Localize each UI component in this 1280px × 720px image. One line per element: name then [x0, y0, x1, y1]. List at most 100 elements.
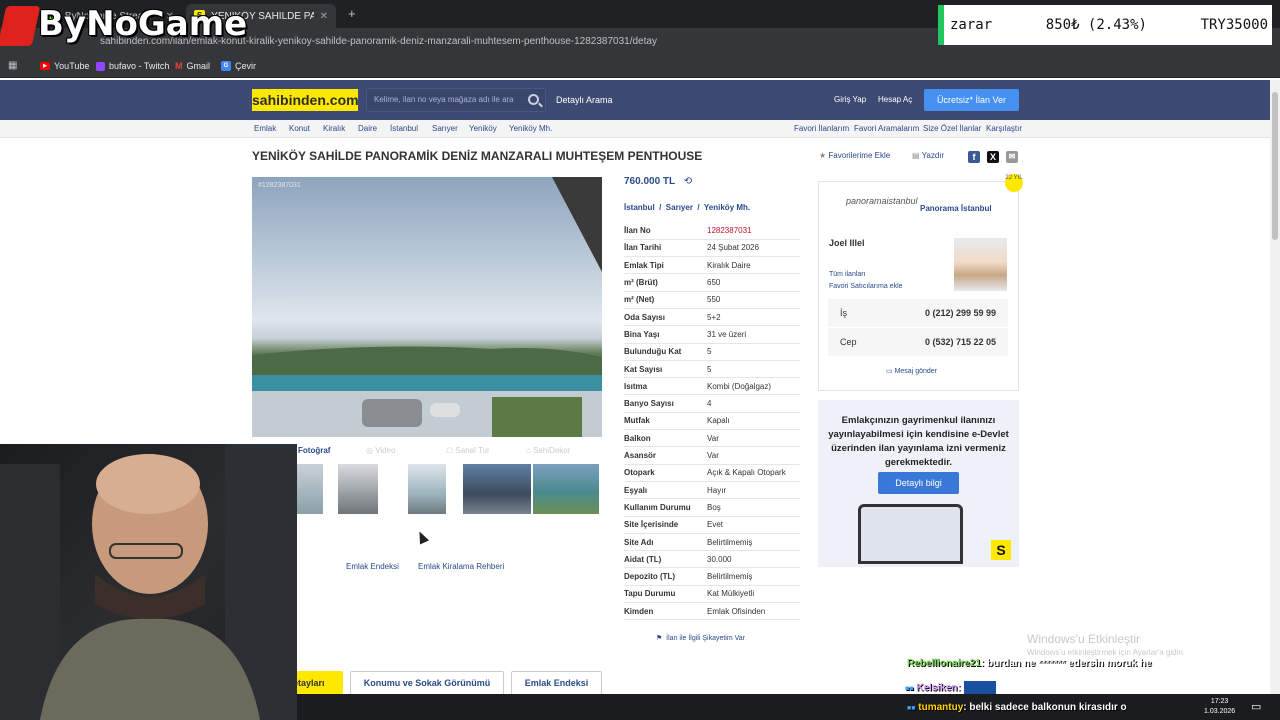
- thumbnail[interactable]: [533, 464, 599, 514]
- rental-guide-link[interactable]: Emlak Kiralama Rehberi: [418, 562, 504, 571]
- thumbnail[interactable]: [463, 464, 531, 514]
- detail-key: Mutfak: [624, 416, 650, 426]
- new-tab-icon[interactable]: +: [348, 6, 356, 21]
- search-input[interactable]: Kelime, ilan no veya mağaza adı ile ara: [366, 88, 546, 112]
- tab-virtual-tour[interactable]: ☖ Sanal Tur: [446, 446, 490, 455]
- notifications-icon[interactable]: ▭: [1251, 700, 1261, 713]
- tab-video[interactable]: ◎ Video: [366, 446, 396, 455]
- ticker-target: TRY35000: [1200, 17, 1268, 33]
- bookmark-gmail[interactable]: M Gmail: [175, 61, 210, 71]
- listing-main-photo[interactable]: [252, 177, 602, 437]
- detail-key: Kullanım Durumu: [624, 502, 691, 512]
- search-icon[interactable]: [528, 94, 539, 105]
- breadcrumb-item[interactable]: Daire: [358, 124, 377, 133]
- breadcrumb-item[interactable]: Sarıyer: [432, 124, 458, 133]
- tab-photos[interactable]: Fotoğraf: [298, 446, 330, 455]
- detail-row: Banyo Sayısı 4: [624, 396, 800, 413]
- location-district[interactable]: Sarıyer: [666, 203, 693, 212]
- ad-details-button[interactable]: Detaylı bilgi: [878, 472, 959, 494]
- detail-value: 30.000: [707, 554, 732, 564]
- favorite-listings-link[interactable]: Favori İlanlarım: [794, 124, 849, 133]
- price-history-icon[interactable]: ⟲: [684, 176, 692, 187]
- detail-key: Banyo Sayısı: [624, 399, 674, 409]
- all-listings-link[interactable]: Tüm ilanları: [829, 271, 866, 278]
- breadcrumb-item[interactable]: Emlak: [254, 124, 276, 133]
- detail-row: Aidat (TL) 30.000: [624, 551, 800, 569]
- translate-icon: G: [221, 61, 231, 71]
- compare-link[interactable]: Karşılaştır: [986, 124, 1022, 133]
- detail-value: Boş: [707, 502, 721, 512]
- register-link[interactable]: Hesap Aç: [878, 95, 912, 104]
- breadcrumb-item[interactable]: Konut: [289, 124, 310, 133]
- windows-taskbar: [297, 694, 1280, 720]
- add-favorite-button[interactable]: ★ Favorilerime Ekle: [819, 151, 890, 160]
- print-button[interactable]: ▤ Yazdır: [912, 151, 944, 160]
- detail-key: Bina Yaşı: [624, 329, 660, 339]
- detail-key: İlan Tarihi: [624, 243, 662, 253]
- detail-value: 31 ve üzeri: [707, 329, 747, 339]
- detail-row: Oda Sayısı 5+2: [624, 309, 800, 327]
- report-link[interactable]: ⚑ İlan ile İlgili Şikayetim Var: [656, 634, 745, 642]
- detail-key: Asansör: [624, 451, 657, 461]
- detail-row: m² (Net) 550: [624, 292, 800, 309]
- close-tab-icon[interactable]: ✕: [320, 11, 328, 22]
- breadcrumb-item[interactable]: Yeniköy Mh.: [509, 124, 552, 133]
- detail-key: İlan No: [624, 226, 651, 236]
- favorite-searches-link[interactable]: Favori Aramalarım: [854, 124, 919, 133]
- detail-key: Depozito (TL): [624, 572, 676, 582]
- detail-key: Kimden: [624, 606, 654, 616]
- sahibinden-logo[interactable]: sahibinden.com: [252, 89, 359, 111]
- location-neighborhood[interactable]: Yeniköy Mh.: [704, 203, 750, 212]
- send-message-button[interactable]: ▭ Mesaj gönder: [886, 367, 937, 375]
- detail-value: Evet: [707, 520, 724, 530]
- email-icon[interactable]: ✉: [1006, 151, 1018, 163]
- detail-row: Site İçerisinde Evet: [624, 517, 800, 534]
- detail-row: Kimden Emlak Ofisinden: [624, 603, 800, 621]
- apps-grid-icon[interactable]: ▦: [8, 60, 17, 71]
- detail-value: 650: [707, 278, 721, 288]
- real-estate-index-link[interactable]: Emlak Endeksi: [346, 562, 399, 571]
- scrollbar-thumb[interactable]: [1272, 92, 1278, 240]
- youtube-icon: ▶: [40, 62, 50, 70]
- tab-sahidekor[interactable]: ⌂ SahiDekor: [526, 446, 570, 455]
- detail-value: Emlak Ofisinden: [707, 606, 766, 616]
- special-listings-link[interactable]: Size Özel İlanlar: [923, 124, 981, 133]
- bookmark-youtube[interactable]: ▶ YouTube: [40, 61, 89, 71]
- thumbnail[interactable]: [408, 464, 446, 514]
- x-icon[interactable]: X: [987, 151, 999, 163]
- listing-title: YENİKÖY SAHİLDE PANORAMİK DENİZ MANZARAL…: [252, 149, 703, 163]
- breadcrumb-item[interactable]: İstanbul: [390, 124, 418, 133]
- webcam-feed: [0, 444, 297, 720]
- breadcrumb-item[interactable]: Yeniköy: [469, 124, 497, 133]
- favorite-seller-link[interactable]: Favori Satıcılarıma ekle: [829, 283, 903, 290]
- post-ad-button[interactable]: Ücretsiz* İlan Ver: [924, 89, 1019, 111]
- sahibinden-s-icon: S: [991, 540, 1011, 560]
- login-link[interactable]: Giriş Yap: [834, 95, 866, 104]
- thumbnail[interactable]: [338, 464, 378, 514]
- detail-row: m² (Brüt) 650: [624, 274, 800, 292]
- agent-avatar: [954, 238, 1007, 291]
- location-city[interactable]: İstanbul: [624, 203, 655, 212]
- agency-name[interactable]: Panorama İstanbul: [920, 204, 992, 213]
- taskbar-clock[interactable]: 17:23 1.03.2026: [1204, 697, 1235, 717]
- twitch-icon: [96, 61, 105, 71]
- chat-emote-icon: [963, 681, 996, 695]
- detail-row: Site Adı Belirtilmemiş: [624, 534, 800, 552]
- breadcrumb-item[interactable]: Kiralık: [323, 124, 345, 133]
- detailed-search-link[interactable]: Detaylı Arama: [556, 95, 613, 105]
- tab-location-street[interactable]: Konumu ve Sokak Görünümü: [350, 671, 504, 695]
- detail-key: m² (Net): [624, 295, 655, 305]
- detail-value: Kat Mülkiyetli: [707, 589, 755, 599]
- thumbnail[interactable]: [297, 464, 323, 514]
- detail-value: 5: [707, 347, 712, 357]
- tab-real-estate-index[interactable]: Emlak Endeksi: [511, 671, 602, 695]
- bookmark-translate[interactable]: G Çevir: [221, 61, 256, 71]
- star-icon: ★: [819, 151, 827, 160]
- facebook-icon[interactable]: f: [968, 151, 980, 163]
- agency-logo[interactable]: panoramaistanbul: [846, 196, 918, 218]
- ticker-label: zarar: [950, 17, 993, 33]
- gmail-icon: M: [175, 61, 183, 71]
- detail-key: Eşyalı: [624, 485, 648, 495]
- detail-row: Bina Yaşı 31 ve üzeri: [624, 326, 800, 344]
- bookmark-twitch[interactable]: bufavo - Twitch: [96, 61, 169, 71]
